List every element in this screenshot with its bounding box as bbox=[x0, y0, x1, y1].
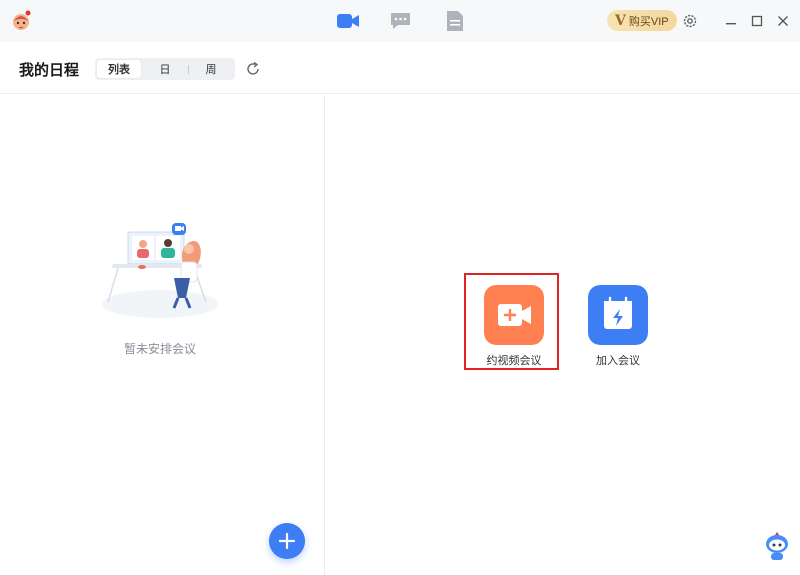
title-bar: V 购买VIP bbox=[0, 0, 800, 42]
highlight-box bbox=[464, 273, 559, 370]
meeting-actions-panel: 约视频会议 加入会议 bbox=[326, 95, 800, 575]
add-schedule-button[interactable] bbox=[269, 523, 305, 559]
refresh-icon[interactable] bbox=[245, 61, 261, 77]
view-mode-week-button[interactable]: 周 bbox=[189, 60, 233, 78]
join-meeting-icon bbox=[588, 285, 648, 345]
view-mode-switcher: 列表 日 周 bbox=[95, 58, 235, 80]
vip-label: 购买VIP bbox=[628, 15, 669, 28]
app-logo-icon bbox=[13, 10, 31, 30]
buy-vip-button[interactable]: V 购买VIP bbox=[607, 10, 677, 31]
vip-v-icon: V bbox=[615, 12, 626, 29]
empty-schedule-illustration bbox=[102, 223, 218, 318]
minimize-icon[interactable] bbox=[722, 12, 740, 30]
assistant-robot-icon[interactable] bbox=[764, 531, 790, 561]
schedule-list-panel: 暂未安排会议 bbox=[0, 95, 325, 575]
schedule-header: 我的日程 列表 日 周 bbox=[0, 42, 800, 94]
view-mode-day-button[interactable]: 日 bbox=[143, 60, 187, 78]
empty-schedule-text: 暂未安排会议 bbox=[123, 342, 196, 356]
page-title: 我的日程 bbox=[19, 62, 80, 79]
settings-icon[interactable] bbox=[681, 12, 699, 30]
document-tab-icon[interactable] bbox=[443, 10, 467, 32]
chat-tab-icon[interactable] bbox=[389, 10, 413, 32]
view-mode-list-button[interactable]: 列表 bbox=[97, 60, 141, 78]
join-meeting-button[interactable]: 加入会议 bbox=[568, 275, 664, 371]
join-meeting-label: 加入会议 bbox=[596, 355, 640, 367]
video-meeting-tab-icon[interactable] bbox=[336, 10, 360, 32]
close-icon[interactable] bbox=[774, 12, 792, 30]
maximize-icon[interactable] bbox=[748, 12, 766, 30]
